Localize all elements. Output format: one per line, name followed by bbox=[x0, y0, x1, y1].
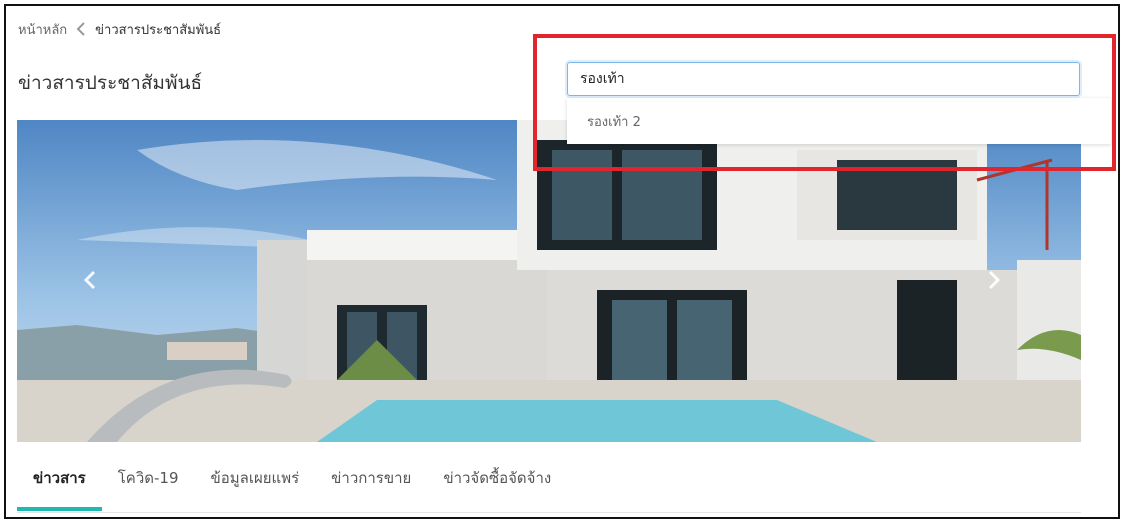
tab-published-info[interactable]: ข้อมูลเผยแพร่ bbox=[195, 456, 316, 500]
tab-covid-19[interactable]: โควิด-19 bbox=[102, 456, 195, 500]
banner-carousel bbox=[17, 120, 1081, 442]
chevron-left-icon bbox=[67, 22, 95, 36]
search-input[interactable] bbox=[567, 62, 1080, 96]
tab-news[interactable]: ข่าวสาร bbox=[17, 456, 102, 511]
chevron-right-icon bbox=[988, 270, 1001, 290]
search-suggestions: รองเท้า 2 bbox=[567, 98, 1111, 144]
chevron-left-icon bbox=[83, 270, 96, 290]
carousel-next-button[interactable] bbox=[987, 270, 1017, 300]
banner-image bbox=[17, 120, 1081, 442]
tab-procurement-news[interactable]: ข่าวจัดซื้อจัดจ้าง bbox=[427, 456, 567, 500]
page-title: ข่าวสารประชาสัมพันธ์ bbox=[18, 72, 203, 94]
page-frame: หน้าหลัก ข่าวสารประชาสัมพันธ์ ข่าวสารประ… bbox=[4, 4, 1120, 519]
tab-sales-news[interactable]: ข่าวการขาย bbox=[315, 456, 427, 500]
breadcrumb: หน้าหลัก ข่าวสารประชาสัมพันธ์ bbox=[18, 18, 221, 40]
suggestion-item[interactable]: รองเท้า 2 bbox=[567, 98, 1111, 144]
carousel-prev-button[interactable] bbox=[83, 270, 113, 300]
news-tabs: ข่าวสาร โควิด-19 ข้อมูลเผยแพร่ ข่าวการขา… bbox=[17, 456, 1081, 513]
breadcrumb-home-link[interactable]: หน้าหลัก bbox=[18, 19, 67, 40]
breadcrumb-current: ข่าวสารประชาสัมพันธ์ bbox=[95, 22, 222, 38]
